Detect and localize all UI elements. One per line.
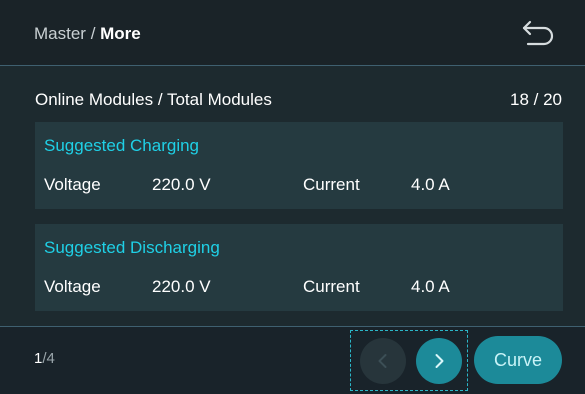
- voltage-value: 220.0 V: [152, 175, 211, 194]
- suggested-discharging-card: Suggested Discharging Voltage 220.0 V Cu…: [35, 224, 563, 311]
- modules-count: 18 / 20: [510, 90, 562, 109]
- back-button[interactable]: [518, 18, 558, 50]
- breadcrumb-current: More: [100, 24, 141, 43]
- curve-button[interactable]: Curve: [474, 336, 562, 384]
- modules-label: Online Modules / Total Modules: [35, 90, 272, 109]
- next-page-button[interactable]: [416, 338, 462, 384]
- voltage-label: Voltage: [44, 175, 101, 194]
- previous-page-button[interactable]: [360, 338, 406, 384]
- voltage-value: 220.0 V: [152, 277, 211, 296]
- current-label: Current: [303, 175, 360, 194]
- voltage-label: Voltage: [44, 277, 101, 296]
- undo-arrow-icon: [522, 20, 554, 46]
- current-label: Current: [303, 277, 360, 296]
- breadcrumb: Master / More: [34, 24, 141, 44]
- current-value: 4.0 A: [411, 277, 450, 296]
- chevron-right-icon: [435, 354, 444, 368]
- page-total: /4: [42, 350, 55, 367]
- page-indicator: 1/4: [34, 350, 55, 367]
- current-value: 4.0 A: [411, 175, 450, 194]
- breadcrumb-separator: /: [85, 24, 101, 43]
- card-title: Suggested Charging: [44, 136, 200, 155]
- header-bar: Master / More: [0, 0, 585, 66]
- card-title: Suggested Discharging: [44, 238, 220, 257]
- breadcrumb-parent[interactable]: Master: [34, 24, 86, 43]
- suggested-charging-card: Suggested Charging Voltage 220.0 V Curre…: [35, 122, 563, 209]
- chevron-left-icon: [378, 354, 387, 368]
